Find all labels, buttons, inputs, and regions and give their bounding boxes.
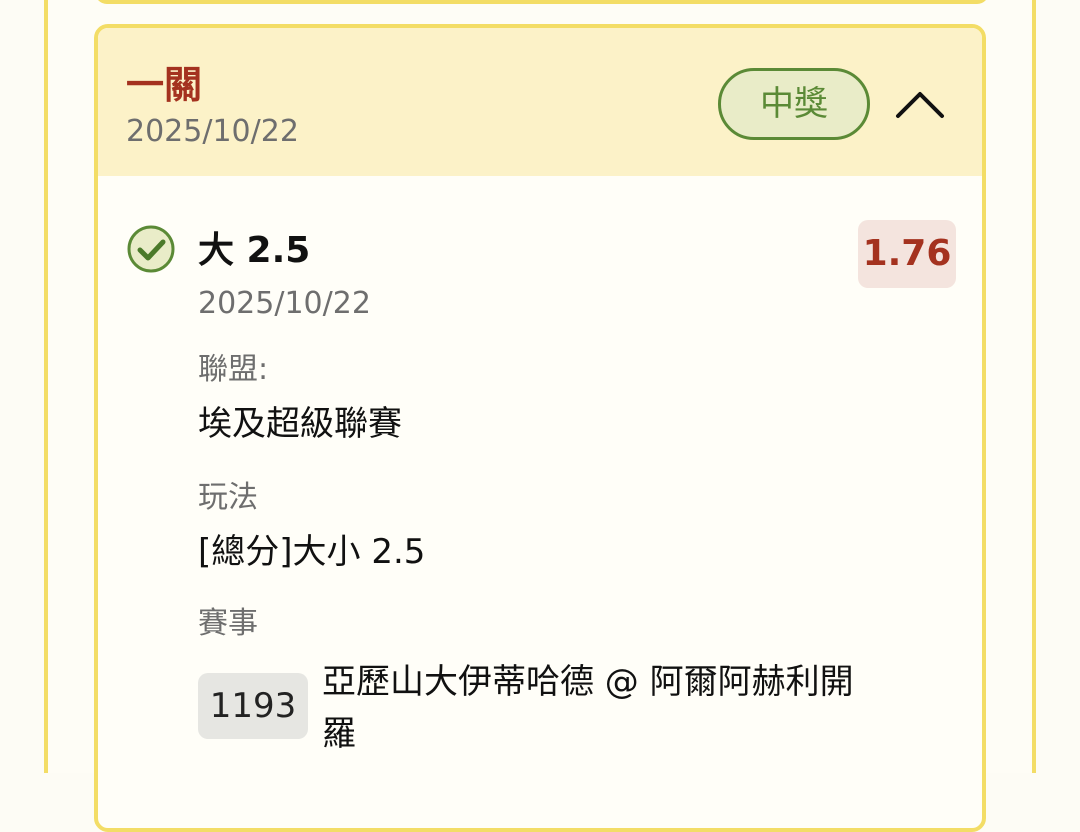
selection-date: 2025/10/22: [198, 286, 371, 321]
win-status-badge: 中獎: [718, 68, 870, 140]
chevron-up-icon[interactable]: [892, 76, 948, 132]
selection-name: 大 2.5: [198, 230, 311, 271]
bet-card: 一關 2025/10/22 中獎 大 2.5 2025/10/22 1.76 聯…: [94, 24, 986, 832]
bet-type-label: 一關: [126, 63, 203, 107]
previous-bet-card[interactable]: [95, 0, 989, 4]
bet-date: 2025/10/22: [126, 114, 299, 149]
bet-card-header[interactable]: 一關 2025/10/22 中獎: [98, 28, 982, 176]
market-label: 玩法: [198, 480, 258, 515]
match-number-badge: 1193: [198, 673, 308, 739]
check-circle-icon: [126, 224, 176, 274]
match-name: 亞歷山大伊蒂哈德 @ 阿爾阿赫利開羅: [322, 662, 854, 754]
market-value: [總分]大小 2.5: [198, 532, 426, 572]
odds-badge: 1.76: [858, 220, 956, 288]
league-label: 聯盟:: [198, 352, 269, 387]
league-value: 埃及超級聯賽: [198, 404, 402, 444]
match-label: 賽事: [198, 606, 258, 641]
